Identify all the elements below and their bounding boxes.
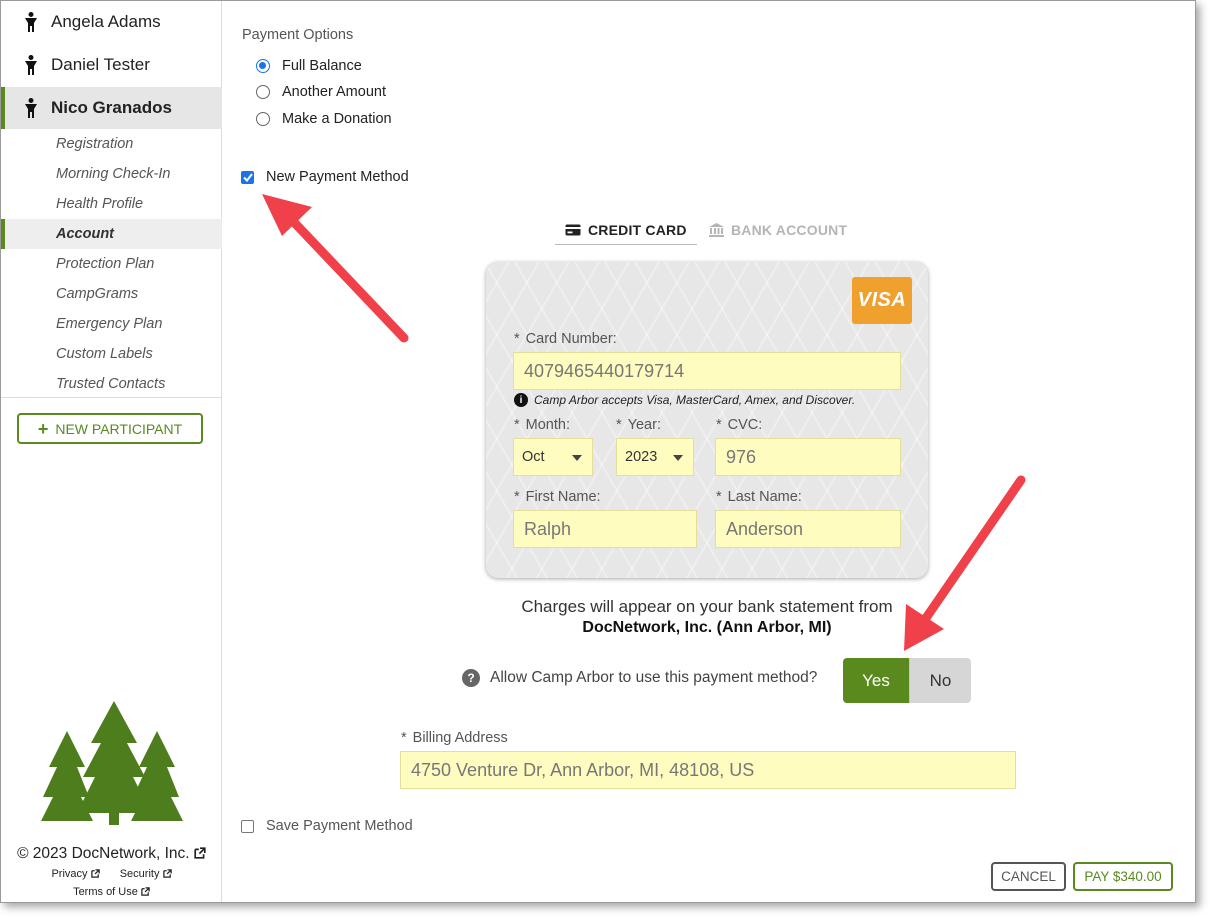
new-participant-label: NEW PARTICIPANT bbox=[55, 420, 183, 437]
cvc-label: * CVC: bbox=[716, 417, 763, 433]
subnav-custom-labels[interactable]: Custom Labels bbox=[1, 339, 222, 369]
participant-daniel-tester[interactable]: Daniel Tester bbox=[1, 44, 222, 86]
save-payment-method-checkbox[interactable]: Save Payment Method bbox=[241, 818, 413, 834]
subnav-protection-plan[interactable]: Protection Plan bbox=[1, 249, 222, 279]
cancel-button[interactable]: CANCEL bbox=[991, 862, 1066, 891]
card-number-label: * Card Number: bbox=[514, 331, 617, 347]
radio-button[interactable] bbox=[256, 59, 270, 73]
external-link-icon bbox=[162, 869, 172, 878]
year-label: * Year: bbox=[616, 417, 661, 433]
allow-payment-question: ? Allow Camp Arbor to use this payment m… bbox=[462, 669, 817, 687]
credit-card-icon bbox=[565, 224, 581, 235]
checkbox-unchecked[interactable] bbox=[241, 819, 254, 833]
tab-bank-account[interactable]: BANK ACCOUNT bbox=[709, 215, 847, 245]
chevron-down-icon bbox=[673, 455, 683, 461]
billing-address-label: * Billing Address bbox=[401, 730, 508, 746]
first-name-input[interactable]: Ralph bbox=[513, 510, 697, 548]
subnav-trusted-contacts[interactable]: Trusted Contacts bbox=[1, 369, 222, 399]
pay-button[interactable]: PAY $340.00 bbox=[1073, 862, 1173, 891]
new-participant-button[interactable]: + NEW PARTICIPANT bbox=[17, 413, 203, 444]
external-link-icon bbox=[90, 869, 100, 878]
subnav-account[interactable]: Account bbox=[1, 219, 222, 249]
month-select[interactable]: Oct bbox=[513, 438, 593, 476]
sidebar: Angela Adams Daniel Tester Nico Granados… bbox=[1, 1, 222, 902]
payment-options-label: Payment Options bbox=[242, 27, 354, 43]
help-icon[interactable]: ? bbox=[462, 669, 480, 687]
radio-button[interactable] bbox=[256, 85, 270, 99]
person-icon bbox=[25, 12, 37, 32]
participant-name: Nico Granados bbox=[51, 98, 172, 117]
camp-trees-logo bbox=[41, 701, 183, 825]
app-window: Angela Adams Daniel Tester Nico Granados… bbox=[0, 0, 1196, 903]
billing-address-input[interactable]: 4750 Venture Dr, Ann Arbor, MI, 48108, U… bbox=[400, 751, 1016, 789]
radio-full-balance[interactable]: Full Balance bbox=[256, 58, 362, 74]
credit-card-form: VISA * Card Number: 4079465440179714 i Ca… bbox=[486, 262, 928, 578]
year-select[interactable]: 2023 bbox=[616, 438, 694, 476]
participant-nico-granados[interactable]: Nico Granados bbox=[1, 87, 222, 129]
external-link-icon bbox=[194, 847, 206, 859]
footer-links: Privacy Security Terms of Use bbox=[1, 865, 222, 901]
terms-link[interactable]: Terms of Use bbox=[73, 886, 150, 898]
allow-toggle: Yes No bbox=[843, 658, 971, 703]
sidebar-divider bbox=[1, 397, 222, 398]
person-icon bbox=[25, 98, 37, 118]
checkbox-checked[interactable] bbox=[241, 170, 254, 184]
radio-another-amount[interactable]: Another Amount bbox=[256, 84, 386, 100]
radio-make-donation[interactable]: Make a Donation bbox=[256, 111, 392, 127]
bank-icon bbox=[709, 223, 724, 237]
participant-name: Daniel Tester bbox=[51, 55, 150, 74]
yes-button[interactable]: Yes bbox=[843, 658, 909, 703]
cvc-input[interactable]: 976 bbox=[715, 438, 901, 476]
accepted-cards-note: i Camp Arbor accepts Visa, MasterCard, A… bbox=[514, 393, 855, 407]
participant-name: Angela Adams bbox=[51, 12, 161, 31]
subnav-campgrams[interactable]: CampGrams bbox=[1, 279, 222, 309]
chevron-down-icon bbox=[572, 455, 582, 461]
privacy-link[interactable]: Privacy bbox=[51, 868, 100, 880]
subnav-health-profile[interactable]: Health Profile bbox=[1, 189, 222, 219]
info-icon: i bbox=[514, 393, 528, 407]
new-payment-method-checkbox[interactable]: New Payment Method bbox=[241, 169, 409, 185]
subnav-emergency-plan[interactable]: Emergency Plan bbox=[1, 309, 222, 339]
radio-button[interactable] bbox=[256, 112, 270, 126]
last-name-label: * Last Name: bbox=[716, 489, 802, 505]
checkmark-icon bbox=[242, 172, 253, 182]
visa-logo: VISA bbox=[852, 277, 912, 324]
no-button[interactable]: No bbox=[909, 658, 971, 703]
subnav-morning-check-in[interactable]: Morning Check-In bbox=[1, 159, 222, 189]
security-link[interactable]: Security bbox=[120, 868, 172, 880]
payment-method-tabs: CREDIT CARD BANK ACCOUNT bbox=[555, 215, 955, 245]
participant-subnav: Registration Morning Check-In Health Pro… bbox=[1, 129, 222, 399]
first-name-label: * First Name: bbox=[514, 489, 601, 505]
bank-statement-notice: Charges will appear on your bank stateme… bbox=[521, 597, 893, 636]
person-icon bbox=[25, 55, 37, 75]
payment-panel: Payment Options Full Balance Another Amo… bbox=[223, 1, 1195, 902]
participant-angela-adams[interactable]: Angela Adams bbox=[1, 1, 222, 43]
plus-icon: + bbox=[37, 418, 49, 439]
copyright: © 2023 DocNetwork, Inc. bbox=[1, 845, 222, 863]
month-label: * Month: bbox=[514, 417, 570, 433]
card-number-input[interactable]: 4079465440179714 bbox=[513, 352, 901, 390]
last-name-input[interactable]: Anderson bbox=[715, 510, 901, 548]
tab-credit-card[interactable]: CREDIT CARD bbox=[555, 215, 697, 245]
subnav-registration[interactable]: Registration bbox=[1, 129, 222, 159]
external-link-icon bbox=[141, 887, 150, 896]
